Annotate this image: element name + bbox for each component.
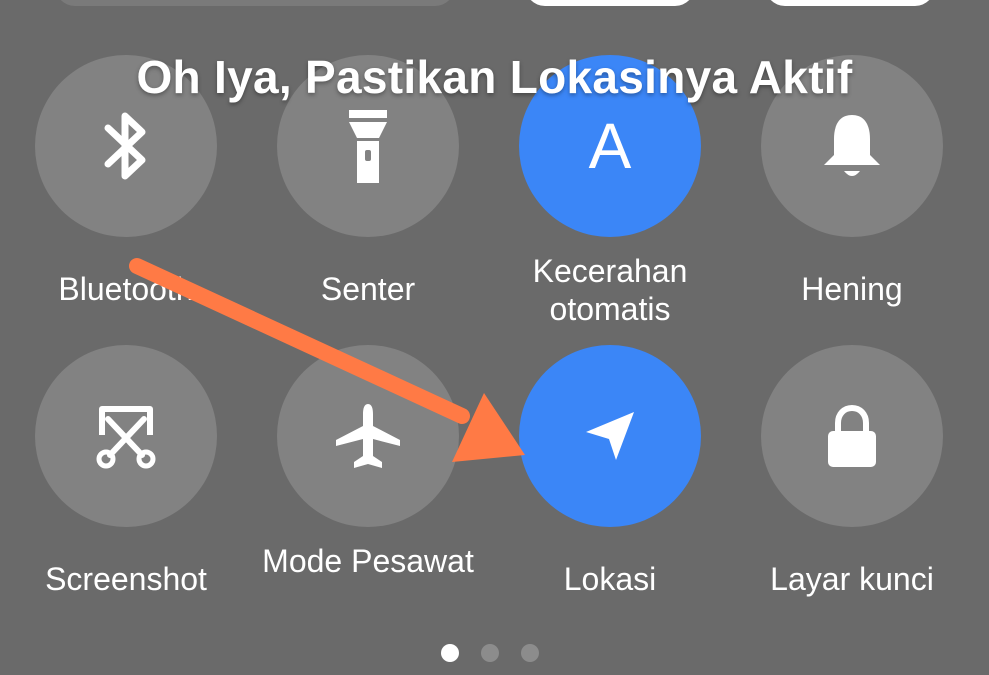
page-dot[interactable] (481, 644, 499, 662)
flashlight-icon (343, 106, 393, 186)
bluetooth-icon (96, 106, 156, 186)
airplane-icon (332, 400, 404, 472)
tile-mode-pesawat[interactable] (277, 345, 459, 527)
top-control-pill[interactable] (525, 0, 695, 6)
tile-label: Screenshot (45, 561, 207, 597)
top-control-pill[interactable] (765, 0, 935, 6)
tile-label: Layar kunci (770, 561, 934, 597)
tile-label: Senter (320, 271, 416, 307)
top-control-pill[interactable] (55, 0, 455, 6)
tile-screenshot[interactable] (35, 345, 217, 527)
tile-label: Bluetooth (58, 271, 194, 307)
tile-label: Hening (801, 271, 903, 307)
auto-brightness-icon: A (588, 110, 632, 182)
tile-label: Mode Pesawat (262, 543, 474, 579)
tile-label: Kecerahan otomatis (532, 253, 688, 327)
page-indicator (441, 644, 539, 662)
page-dot-active[interactable] (441, 644, 459, 662)
screenshot-icon (94, 403, 158, 469)
overlay-caption: Oh Iya, Pastikan Lokasinya Aktif (136, 51, 853, 103)
location-icon (580, 406, 640, 466)
bell-icon (820, 111, 884, 181)
lock-icon (824, 403, 880, 469)
page-dot[interactable] (521, 644, 539, 662)
tile-lokasi[interactable] (519, 345, 701, 527)
tile-layar-kunci[interactable] (761, 345, 943, 527)
tile-label: Lokasi (563, 561, 657, 597)
